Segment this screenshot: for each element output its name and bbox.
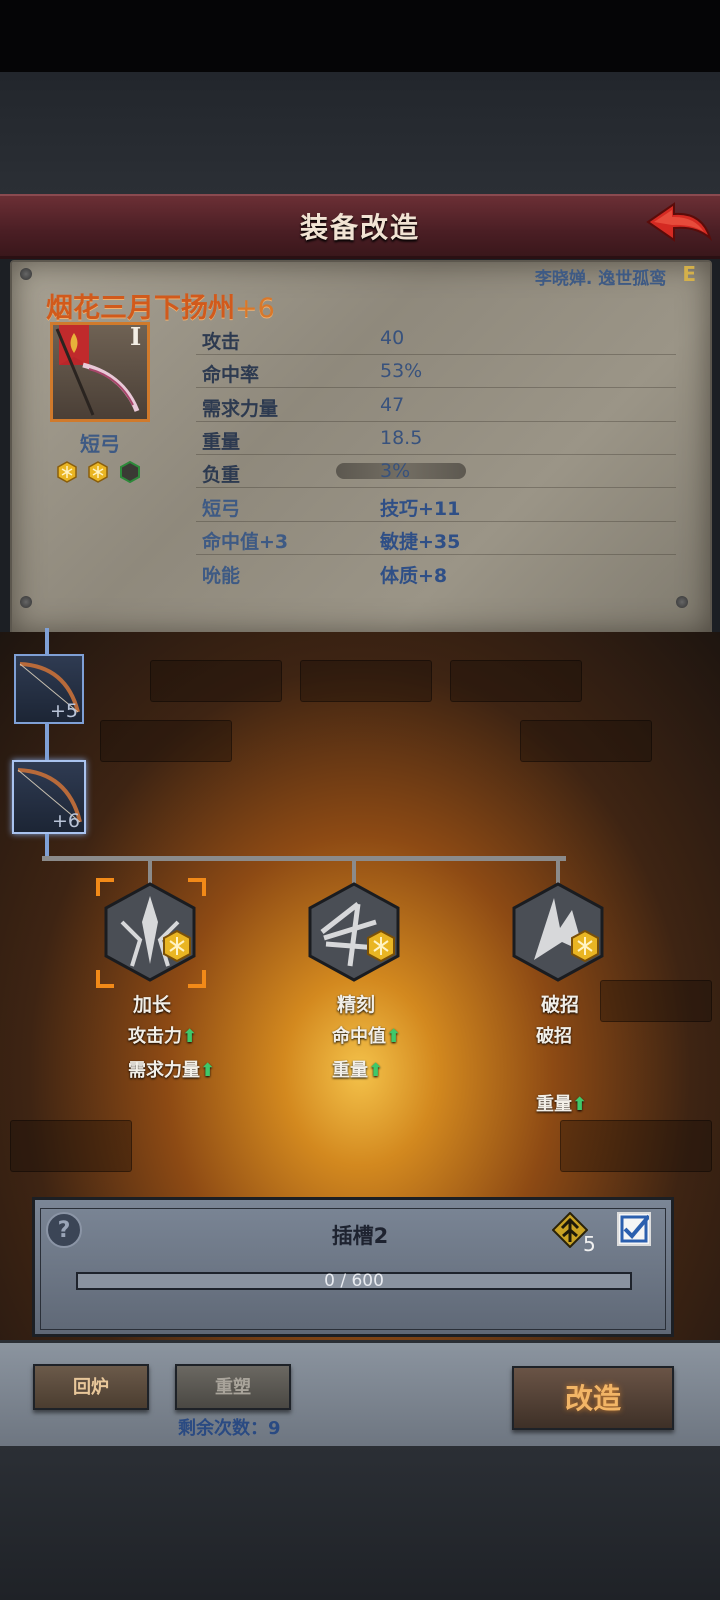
history-node-current[interactable]: +6: [12, 760, 86, 834]
gold-gem-icon: [163, 930, 191, 962]
up-arrow-icon: ⬆: [386, 1026, 402, 1047]
option-name: 破招: [540, 994, 579, 1016]
stat-label: 需求力量: [202, 398, 279, 420]
empty-gem-slot-icon: [120, 461, 140, 483]
socket-title: 插槽2: [331, 1224, 389, 1248]
gold-gem-icon: [88, 461, 108, 483]
divider: [196, 454, 676, 455]
stat-value: 18.5: [380, 427, 423, 449]
divider: [196, 554, 676, 555]
divider: [196, 387, 676, 388]
brick: [560, 1120, 712, 1172]
up-arrow-icon: ⬆: [368, 1060, 384, 1081]
brick: [10, 1120, 132, 1172]
checkmark-icon: [620, 1214, 651, 1243]
branch-connector: [556, 860, 560, 884]
option-name: 加长: [132, 994, 171, 1016]
stat-label: 吮能: [202, 565, 241, 587]
socket-checkbox[interactable]: [617, 1212, 651, 1246]
stat-value: 敏捷+35: [380, 531, 461, 553]
option-name: 精刻: [336, 994, 375, 1016]
branch-connector: [352, 860, 356, 884]
stat-label: 攻击: [202, 331, 241, 353]
brick: [100, 720, 232, 762]
stat-value: 53%: [380, 360, 423, 382]
option-jiachang[interactable]: [102, 882, 198, 982]
stat-value: 技巧+11: [380, 498, 461, 520]
option-pozhao[interactable]: [510, 882, 606, 982]
option-effect: 重量⬆: [332, 1060, 384, 1081]
stat-value: 40: [380, 327, 405, 349]
up-arrow-icon: ⬆: [200, 1060, 216, 1081]
rivet: [676, 596, 688, 608]
stat-value: 3%: [380, 460, 411, 482]
weapon-name: 烟花三月下扬州+6: [46, 293, 275, 324]
brick: [150, 660, 282, 702]
tree-line: [45, 722, 49, 762]
stat-label: 命中率: [202, 364, 260, 386]
brick: [450, 660, 582, 702]
modify-button[interactable]: 改造: [512, 1366, 674, 1430]
reshape-button[interactable]: 重塑: [175, 1364, 291, 1410]
branch-connector: [42, 856, 566, 861]
divider: [196, 421, 676, 422]
brick: [300, 660, 432, 702]
recast-button[interactable]: 回炉: [33, 1364, 149, 1410]
socket-progress-text: 0 / 600: [324, 1271, 384, 1291]
weapon-plus: +6: [235, 293, 275, 324]
option-effect: 命中值⬆: [332, 1026, 402, 1047]
rune-count: 5: [583, 1232, 596, 1256]
gold-gem-icon: [57, 461, 77, 483]
back-button[interactable]: [644, 200, 714, 248]
option-effect: 破招: [536, 1026, 572, 1047]
stat-label: 命中值+3: [202, 531, 289, 553]
up-arrow-icon: ⬆: [182, 1026, 198, 1047]
red-arrow-back-icon: [646, 202, 712, 242]
option-effect: 攻击力⬆: [128, 1026, 198, 1047]
bottom-bar: [0, 1446, 720, 1600]
top-gap: [0, 72, 720, 194]
divider: [196, 354, 676, 355]
stat-label: 短弓: [202, 498, 241, 520]
weapon-type: 短弓: [80, 432, 120, 456]
stat-label: 负重: [202, 464, 241, 486]
stat-label: 重量: [202, 431, 241, 453]
stat-value: 体质+8: [380, 565, 448, 587]
history-node[interactable]: +5: [14, 654, 84, 724]
history-level: +6: [51, 810, 80, 832]
history-level: +5: [49, 700, 78, 722]
divider: [196, 521, 676, 522]
weapon-tier: I: [130, 322, 142, 351]
option-jingke[interactable]: [306, 882, 402, 982]
remaining-count: 剩余次数：9: [178, 1418, 281, 1439]
owner-name: 李晓婵. 逸世孤鸾: [534, 269, 667, 289]
option-effect: 需求力量⬆: [128, 1060, 216, 1081]
rivet: [20, 268, 32, 280]
brick: [520, 720, 652, 762]
gold-gem-icon: [571, 930, 599, 962]
top-bar: [0, 0, 720, 72]
owner-grade: E: [682, 262, 696, 286]
option-effect: 重量⬆: [536, 1094, 588, 1115]
rivet: [20, 596, 32, 608]
up-arrow-icon: ⬆: [572, 1094, 588, 1115]
divider: [196, 487, 676, 488]
gold-gem-icon: [367, 930, 395, 962]
stat-value: 47: [380, 394, 405, 416]
page-title: 装备改造: [299, 211, 420, 244]
